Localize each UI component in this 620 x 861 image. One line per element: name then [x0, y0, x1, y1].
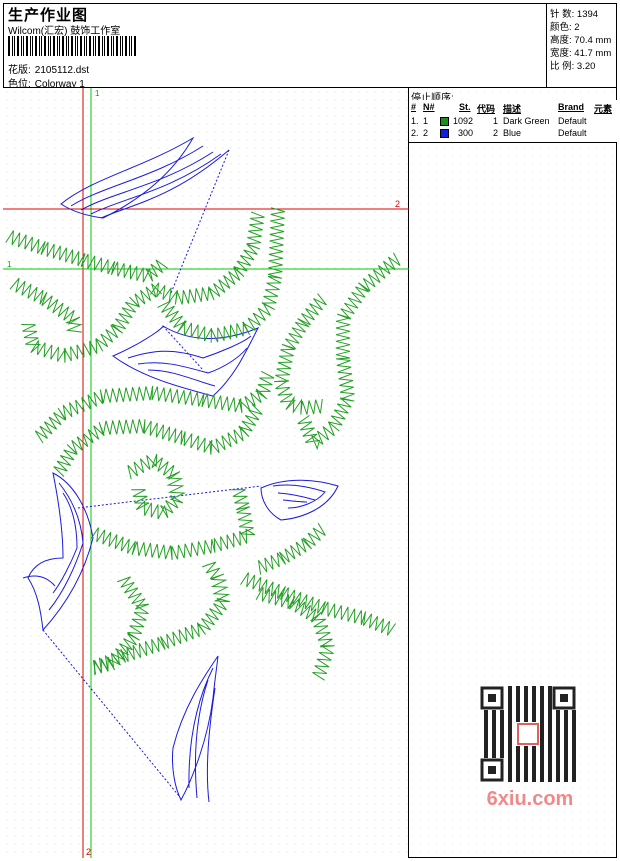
green-vine-8	[274, 293, 327, 415]
design-canvas[interactable]: 1 2 1 2	[3, 88, 409, 858]
row-brand: Default	[558, 128, 587, 138]
row-stitches: 1092	[453, 116, 474, 126]
row-n: 2	[423, 128, 429, 138]
row-desc: Dark Green	[503, 116, 550, 126]
col-element: 元素	[594, 104, 613, 114]
green-vine-7	[53, 404, 263, 477]
row-num: 2.	[411, 128, 419, 138]
green-vine-5	[157, 207, 286, 343]
row-num: 1.	[411, 116, 419, 126]
blue-shape-mid-inner	[127, 335, 252, 387]
stat-stitches: 针 数: 1394	[550, 6, 598, 20]
row-n: 1	[423, 116, 429, 126]
green-vine-1	[5, 230, 168, 283]
row-brand: Default	[558, 116, 587, 126]
color-swatch	[440, 117, 449, 126]
row-desc: Blue	[503, 128, 522, 138]
green-vine-extra-4	[240, 572, 397, 636]
green-vine-9	[297, 252, 401, 451]
blue-shape-bottom-inner	[188, 667, 216, 803]
guide-label-h-red: 2	[395, 199, 400, 209]
green-thread-layer	[5, 207, 401, 681]
blue-shape-right-inner	[272, 484, 326, 509]
col-brand: Brand	[558, 102, 585, 112]
col-desc: 描述	[503, 104, 522, 114]
green-vine-6	[34, 370, 275, 444]
table-row[interactable]: 2. 2 300 2 Blue Default	[409, 128, 617, 140]
table-row[interactable]: 1. 1 1092 1 Dark Green Default	[409, 116, 617, 128]
green-vine-12	[92, 561, 231, 675]
stat-colors: 颜色: 2	[550, 19, 580, 33]
col-n: N#	[423, 102, 435, 112]
green-vine-10	[127, 453, 187, 520]
stat-scale-value: 3.20	[576, 61, 596, 72]
green-vine-extra-2	[258, 522, 326, 575]
col-code: 代码	[477, 104, 496, 114]
blue-shape-left-inner	[22, 482, 84, 611]
guide-label-h-green: 1	[7, 260, 12, 269]
green-vine-extra-1	[94, 576, 149, 675]
stat-scale-label: 比 例:	[550, 61, 575, 72]
company-name: Wilcom(汇宏) 鼓饰工作室	[8, 26, 121, 37]
color-swatch	[440, 129, 449, 138]
design-file: 花版: 2105112.dst	[8, 61, 93, 76]
stat-scale: 比 例: 3.20	[550, 58, 595, 72]
row-stitches: 300	[458, 128, 474, 138]
watermark-text: 6xiu.com	[486, 788, 574, 810]
row-code: 2	[493, 128, 499, 138]
barcode	[8, 36, 136, 56]
col-hash: #	[411, 102, 417, 112]
stat-width: 宽度: 41.7 mm	[550, 45, 611, 59]
col-st: St.	[459, 102, 471, 112]
row-code: 1	[493, 116, 499, 126]
stat-stitches-value: 1394	[576, 9, 599, 20]
blue-thread-layer	[22, 136, 339, 803]
stop-sequence-table: # N# St. 代码 描述 Brand 元素 1. 1 1092 1 Dark…	[409, 100, 617, 143]
guide-label-v-red: 2	[86, 847, 91, 857]
green-vine-4	[149, 211, 265, 305]
green-vine-2	[9, 277, 83, 333]
embroidery-preview: 1 2 1 2	[3, 88, 409, 858]
design-stats: 针 数: 1394 颜色: 2 高度: 70.4 mm 宽度: 41.7 mm …	[546, 3, 617, 87]
stat-height: 高度: 70.4 mm	[550, 32, 611, 46]
blue-jump-lines	[42, 149, 262, 797]
watermark: 6xiu.com	[470, 680, 590, 820]
guide-label-v-green: 1	[95, 89, 100, 98]
blue-shape-top	[60, 136, 195, 219]
qr-code-icon	[480, 686, 576, 782]
